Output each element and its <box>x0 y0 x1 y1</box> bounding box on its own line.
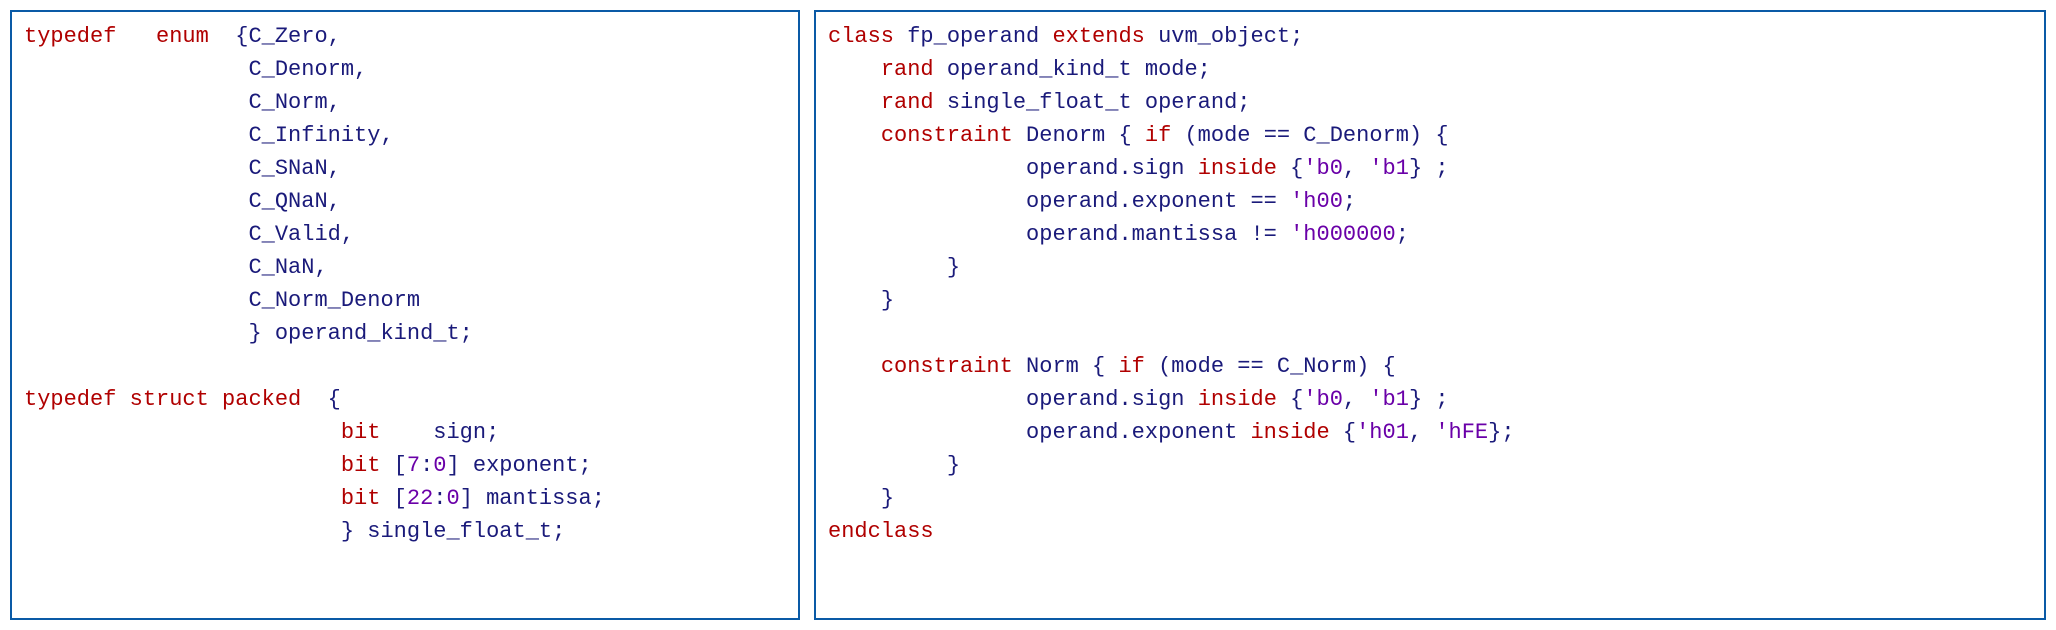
semi: ; <box>1396 222 1409 247</box>
keyword-if: if <box>1118 354 1144 379</box>
keyword-rand: rand <box>881 57 934 82</box>
type-bit: bit <box>341 420 381 445</box>
literal: 'h00 <box>1290 189 1343 214</box>
literal: 'hFE <box>1435 420 1488 445</box>
enum-close: } operand_kind_t; <box>248 321 472 346</box>
brace: { <box>328 387 341 412</box>
expr: operand.sign <box>1026 387 1184 412</box>
keyword-typedef: typedef <box>24 24 116 49</box>
keyword-struct: struct <box>130 387 209 412</box>
decl-operand: single_float_t operand; <box>947 90 1251 115</box>
bracket: [ <box>394 486 407 511</box>
num: 7 <box>407 453 420 478</box>
brace: { <box>1290 387 1303 412</box>
brace: } <box>881 486 894 511</box>
colon: : <box>433 486 446 511</box>
enum-item: C_SNaN, <box>248 156 340 181</box>
literal: 'b1 <box>1369 387 1409 412</box>
enum-item: C_Norm_Denorm <box>248 288 420 313</box>
enum-item: C_NaN, <box>248 255 327 280</box>
keyword-constraint: constraint <box>881 123 1013 148</box>
enum-item: C_Infinity, <box>248 123 393 148</box>
constraint-name: Denorm { <box>1026 123 1132 148</box>
decl-mode: operand_kind_t mode; <box>947 57 1211 82</box>
keyword-enum: enum <box>156 24 209 49</box>
expr: operand.sign <box>1026 156 1184 181</box>
close: } ; <box>1409 156 1449 181</box>
bracket: [ <box>394 453 407 478</box>
keyword-inside: inside <box>1250 420 1329 445</box>
keyword-extends: extends <box>1052 24 1144 49</box>
colon: : <box>420 453 433 478</box>
comma: , <box>1343 156 1356 181</box>
expr: operand.mantissa != <box>1026 222 1277 247</box>
brace: { <box>1343 420 1356 445</box>
close: }; <box>1488 420 1514 445</box>
enum-open: {C_Zero, <box>235 24 341 49</box>
enum-item: C_Denorm, <box>248 57 367 82</box>
semi: ; <box>1343 189 1356 214</box>
brace: } <box>947 255 960 280</box>
type-bit: bit <box>341 453 381 478</box>
num: 0 <box>433 453 446 478</box>
enum-item: C_Norm, <box>248 90 340 115</box>
keyword-inside: inside <box>1198 156 1277 181</box>
keyword-if: if <box>1145 123 1171 148</box>
literal: 'h01 <box>1356 420 1409 445</box>
type-bit: bit <box>341 486 381 511</box>
expr: operand.exponent <box>1026 420 1237 445</box>
keyword-class: class <box>828 24 894 49</box>
base-class: uvm_object; <box>1158 24 1303 49</box>
literal: 'b0 <box>1303 387 1343 412</box>
literal: 'b0 <box>1303 156 1343 181</box>
field-mantissa: ] mantissa; <box>460 486 605 511</box>
brace: } <box>881 288 894 313</box>
brace: } <box>947 453 960 478</box>
comma: , <box>1409 420 1422 445</box>
code-box-left: typedef enum {C_Zero, C_Denorm, C_Norm, … <box>10 10 800 620</box>
comma: , <box>1343 387 1356 412</box>
brace: { <box>1290 156 1303 181</box>
if-cond: (mode == C_Norm) { <box>1158 354 1396 379</box>
constraint-name: Norm { <box>1026 354 1105 379</box>
code-box-right: class fp_operand extends uvm_object; ran… <box>814 10 2046 620</box>
literal: 'b1 <box>1369 156 1409 181</box>
field-sign: sign; <box>433 420 499 445</box>
keyword-typedef: typedef <box>24 387 116 412</box>
field-exponent: ] exponent; <box>446 453 591 478</box>
enum-item: C_QNaN, <box>248 189 340 214</box>
close: } ; <box>1409 387 1449 412</box>
keyword-rand: rand <box>881 90 934 115</box>
if-cond: (mode == C_Denorm) { <box>1184 123 1448 148</box>
keyword-constraint: constraint <box>881 354 1013 379</box>
keyword-packed: packed <box>222 387 301 412</box>
num: 22 <box>407 486 433 511</box>
keyword-inside: inside <box>1198 387 1277 412</box>
struct-close: } single_float_t; <box>341 519 565 544</box>
num: 0 <box>446 486 459 511</box>
keyword-endclass: endclass <box>828 519 934 544</box>
expr: operand.exponent == <box>1026 189 1277 214</box>
class-name: fp_operand <box>907 24 1039 49</box>
enum-item: C_Valid, <box>248 222 354 247</box>
literal: 'h000000 <box>1290 222 1396 247</box>
